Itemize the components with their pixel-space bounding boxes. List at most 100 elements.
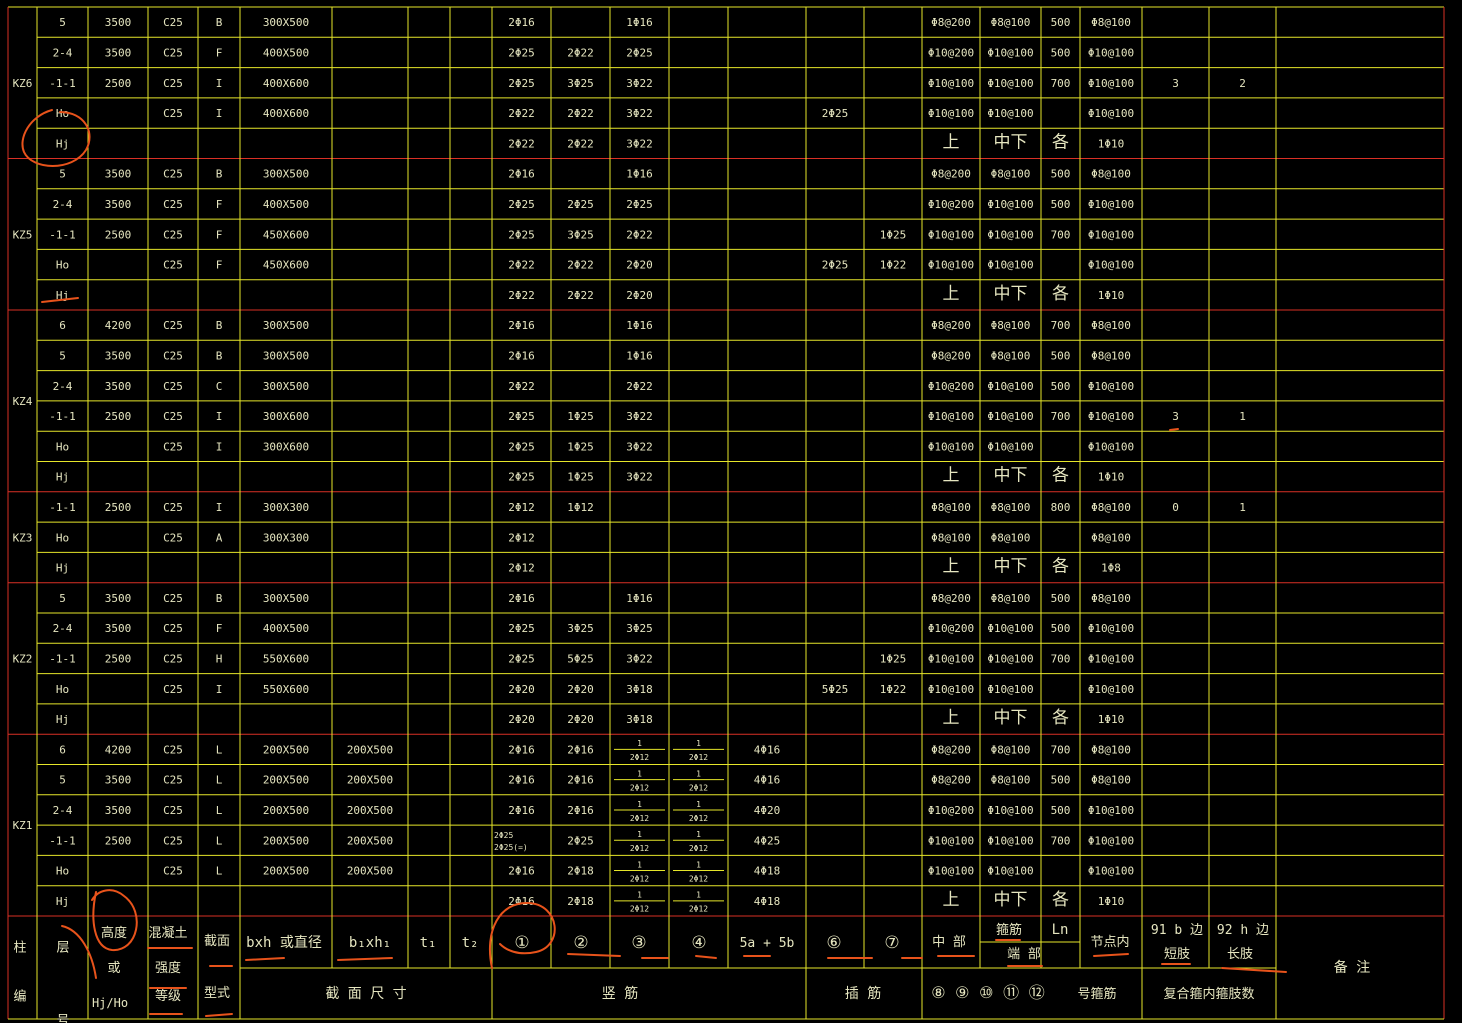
- cell-type: B: [216, 16, 223, 29]
- cell-s_node: Φ10@100: [1088, 652, 1134, 665]
- cell-grade: C25: [163, 410, 183, 423]
- cell-s_mid: Φ8@200: [931, 168, 971, 181]
- cell-floor: -1-1: [49, 501, 76, 514]
- column-id-kz4: KZ4: [13, 395, 33, 408]
- cell-r3: 2Φ20: [626, 289, 653, 302]
- cell-type: I: [216, 440, 223, 453]
- cell-s_mid: Φ10@200: [928, 198, 974, 211]
- cell-bxh: 300X500: [263, 592, 309, 605]
- cell-s_node: Φ8@100: [1091, 531, 1131, 544]
- column-id-kz5: KZ5: [13, 228, 33, 241]
- cell-s_mid: Φ8@100: [931, 531, 971, 544]
- cell-bxh: 200X500: [263, 743, 309, 756]
- cell-r3: 2Φ25: [626, 46, 653, 59]
- cell-r7: 1Φ25: [880, 652, 907, 665]
- cell-r1: 2Φ22: [508, 107, 535, 120]
- cell-s_end: Φ10@100: [987, 440, 1033, 453]
- cell-s_end: Φ10@100: [987, 77, 1033, 90]
- cell-floor: 6: [59, 743, 66, 756]
- cell-s_node: Φ10@100: [1088, 228, 1134, 241]
- cell-s_mid: Φ8@200: [931, 743, 971, 756]
- cell-r1: 2Φ22: [508, 289, 535, 302]
- header-rebar-2: ②: [573, 933, 588, 953]
- cell-bxh: 400X500: [263, 46, 309, 59]
- cell-ln: 700: [1051, 834, 1071, 847]
- cell-bxh: 300X600: [263, 410, 309, 423]
- cell-s_node: Φ10@100: [1088, 622, 1134, 635]
- header-q2-bottom: 长肢: [1227, 946, 1253, 962]
- cell-r2: 2Φ22: [567, 107, 594, 120]
- cell-floor: Ho: [56, 865, 69, 878]
- cell-r1: 2Φ20: [508, 713, 535, 726]
- header-remark: 备 注: [1334, 959, 1370, 976]
- cell-s_node: Φ10@100: [1088, 410, 1134, 423]
- cell-r2: 2Φ18: [567, 865, 594, 878]
- cell-floor: 2-4: [53, 198, 73, 211]
- cell-q2: 1: [1239, 501, 1246, 514]
- header-dowel-group: 插 筋: [845, 985, 881, 1002]
- cell-s_end: Φ10@100: [987, 46, 1033, 59]
- cell-floor: Hj: [56, 713, 69, 726]
- cell-r2: 1Φ25: [567, 471, 594, 484]
- header-q1-top: 91 b 边: [1151, 923, 1203, 938]
- cell-s_mid: Φ10@100: [928, 228, 974, 241]
- cell-q1: 3: [1172, 77, 1179, 90]
- cell-s_mid: 上: [943, 132, 960, 152]
- header-rebar-4: ④: [691, 933, 706, 953]
- cell-s_mid: Φ10@200: [928, 804, 974, 817]
- cell-ln: 各: [1052, 132, 1069, 152]
- cell-r2: 2Φ22: [567, 259, 594, 272]
- header-floor: 层 号: [54, 940, 70, 1023]
- cell-floor: 2-4: [53, 46, 73, 59]
- cell-bxh: 300X600: [263, 440, 309, 453]
- cell-grade: C25: [163, 592, 183, 605]
- cell-r7: 1Φ25: [880, 228, 907, 241]
- header-composite-group: 复合箍内箍肢数: [1163, 986, 1254, 1002]
- cell-r2: 2Φ18: [567, 895, 594, 908]
- cell-r3: 3Φ22: [626, 652, 653, 665]
- cell-r1: 2Φ25: [508, 228, 535, 241]
- rebar-fraction-top: 1: [696, 860, 701, 869]
- cell-r3: 3Φ22: [626, 107, 653, 120]
- cell-floor: Ho: [56, 531, 69, 544]
- cell-s_node: Φ10@100: [1088, 804, 1134, 817]
- header-stirrup-top: 箍筋: [996, 922, 1022, 938]
- cell-s_node: Φ10@100: [1088, 380, 1134, 393]
- cell-ln: 各: [1052, 557, 1069, 577]
- cell-q1: 0: [1172, 501, 1179, 514]
- header-stirrup-end: 端 部: [1007, 947, 1041, 962]
- cell-s_end: Φ10@100: [987, 410, 1033, 423]
- cell-r1: 2Φ22: [508, 380, 535, 393]
- cell-s_node: Φ10@100: [1088, 46, 1134, 59]
- cell-s_mid: Φ10@100: [928, 683, 974, 696]
- cell-bxh: 300X500: [263, 168, 309, 181]
- cell-s_mid: 上: [943, 557, 960, 577]
- cell-floor: -1-1: [49, 410, 76, 423]
- cell-r1: 2Φ25: [508, 198, 535, 211]
- cell-type: I: [216, 683, 223, 696]
- cell-grade: C25: [163, 774, 183, 787]
- cell-type: L: [216, 865, 223, 878]
- cell-s_node: 1Φ8: [1101, 562, 1121, 575]
- cell-height: 3500: [105, 198, 132, 211]
- cell-s_mid: Φ10@100: [928, 107, 974, 120]
- header-rebar-5: 5a + 5b: [740, 936, 795, 951]
- cell-r3: 1Φ16: [626, 349, 653, 362]
- cell-grade: C25: [163, 683, 183, 696]
- cell-type: C: [216, 380, 223, 393]
- cell-s_mid: Φ10@100: [928, 77, 974, 90]
- cell-height: 3500: [105, 592, 132, 605]
- cell-type: B: [216, 319, 223, 332]
- cell-bxh: 450X600: [263, 228, 309, 241]
- cell-r2: 1Φ25: [567, 440, 594, 453]
- cell-floor: Ho: [56, 259, 69, 272]
- cell-s_node: Φ10@100: [1088, 77, 1134, 90]
- cell-grade: C25: [163, 319, 183, 332]
- cell-r2: 2Φ20: [567, 713, 594, 726]
- cell-floor: 5: [59, 16, 66, 29]
- cell-s_end: Φ8@100: [991, 774, 1031, 787]
- cell-bxh: 300X300: [263, 501, 309, 514]
- header-rebar-1: ①: [514, 933, 529, 953]
- rebar-fraction-top: 1: [696, 830, 701, 839]
- cell-s_node: 1Φ10: [1098, 289, 1125, 302]
